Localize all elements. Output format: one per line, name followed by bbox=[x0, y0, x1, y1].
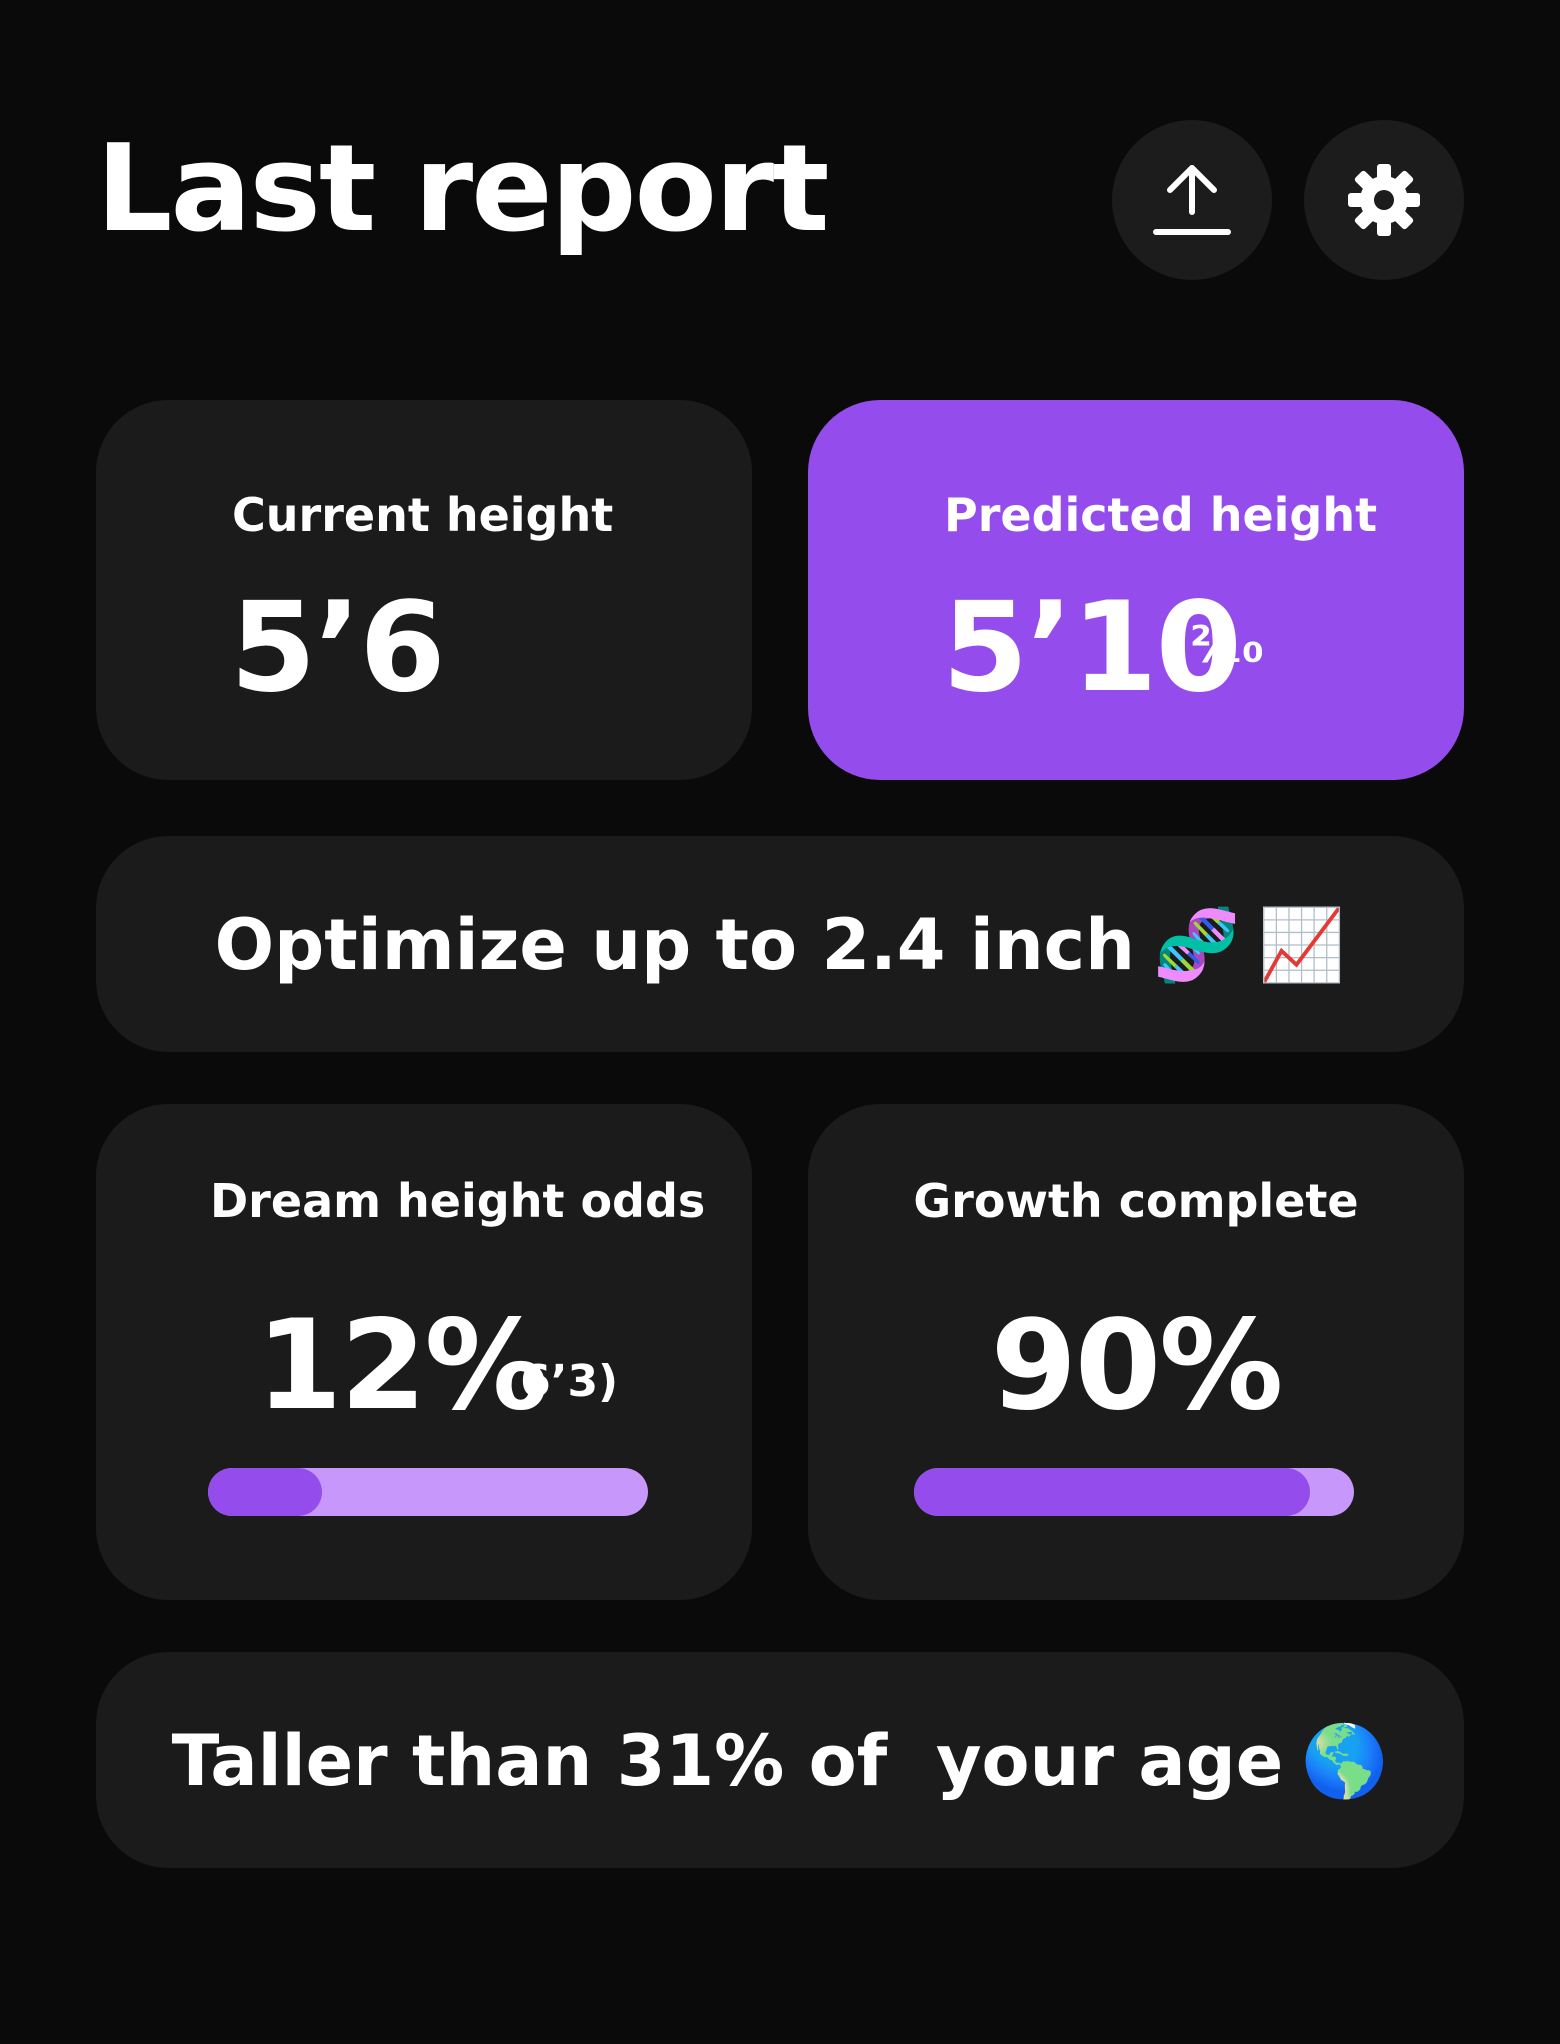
dream-odds-card: Dream height odds 12% (6’3) bbox=[96, 1104, 752, 1600]
growth-complete-card: Growth complete 90% bbox=[808, 1104, 1464, 1600]
dream-odds-progress-fill bbox=[208, 1468, 323, 1516]
predicted-height-card: Predicted height 5’10 ²⁄₁₀ bbox=[808, 400, 1464, 780]
percentile-banner-text: Taller than 31% of your age bbox=[171, 1720, 1284, 1802]
upload-button[interactable] bbox=[1112, 120, 1272, 280]
current-height-card: Current height 5’6 bbox=[96, 400, 752, 780]
growth-complete-value: 90% bbox=[990, 1294, 1284, 1438]
growth-complete-label: Growth complete bbox=[913, 1174, 1359, 1228]
settings-button[interactable] bbox=[1304, 120, 1464, 280]
page-title: Last report bbox=[96, 120, 829, 259]
current-height-value: 5’6 bbox=[230, 576, 446, 720]
dream-odds-progress-bar bbox=[208, 1468, 648, 1516]
percentile-banner-text-row: Taller than 31% of your age 🌎 bbox=[96, 1720, 1464, 1803]
globe-icon: 🌎 bbox=[1301, 1720, 1389, 1802]
optimize-banner[interactable]: Optimize up to 2.4 inch 🧬 📈 bbox=[96, 836, 1464, 1052]
optimize-banner-text-row: Optimize up to 2.4 inch 🧬 📈 bbox=[96, 904, 1464, 987]
optimize-banner-text: Optimize up to 2.4 inch bbox=[214, 904, 1135, 986]
dream-odds-target: (6’3) bbox=[500, 1356, 619, 1407]
gear-icon bbox=[1348, 164, 1420, 236]
dna-icon: 🧬 bbox=[1153, 904, 1241, 986]
upload-icon bbox=[1153, 165, 1231, 235]
predicted-height-label: Predicted height bbox=[944, 488, 1378, 542]
predicted-height-fraction: ²⁄₁₀ bbox=[1190, 616, 1265, 674]
growth-complete-progress-fill bbox=[914, 1468, 1310, 1516]
percentile-banner[interactable]: Taller than 31% of your age 🌎 bbox=[96, 1652, 1464, 1868]
chart-increasing-icon: 📈 bbox=[1258, 904, 1346, 986]
growth-complete-progress-bar bbox=[914, 1468, 1354, 1516]
current-height-label: Current height bbox=[232, 488, 614, 542]
dream-odds-label: Dream height odds bbox=[210, 1174, 706, 1228]
